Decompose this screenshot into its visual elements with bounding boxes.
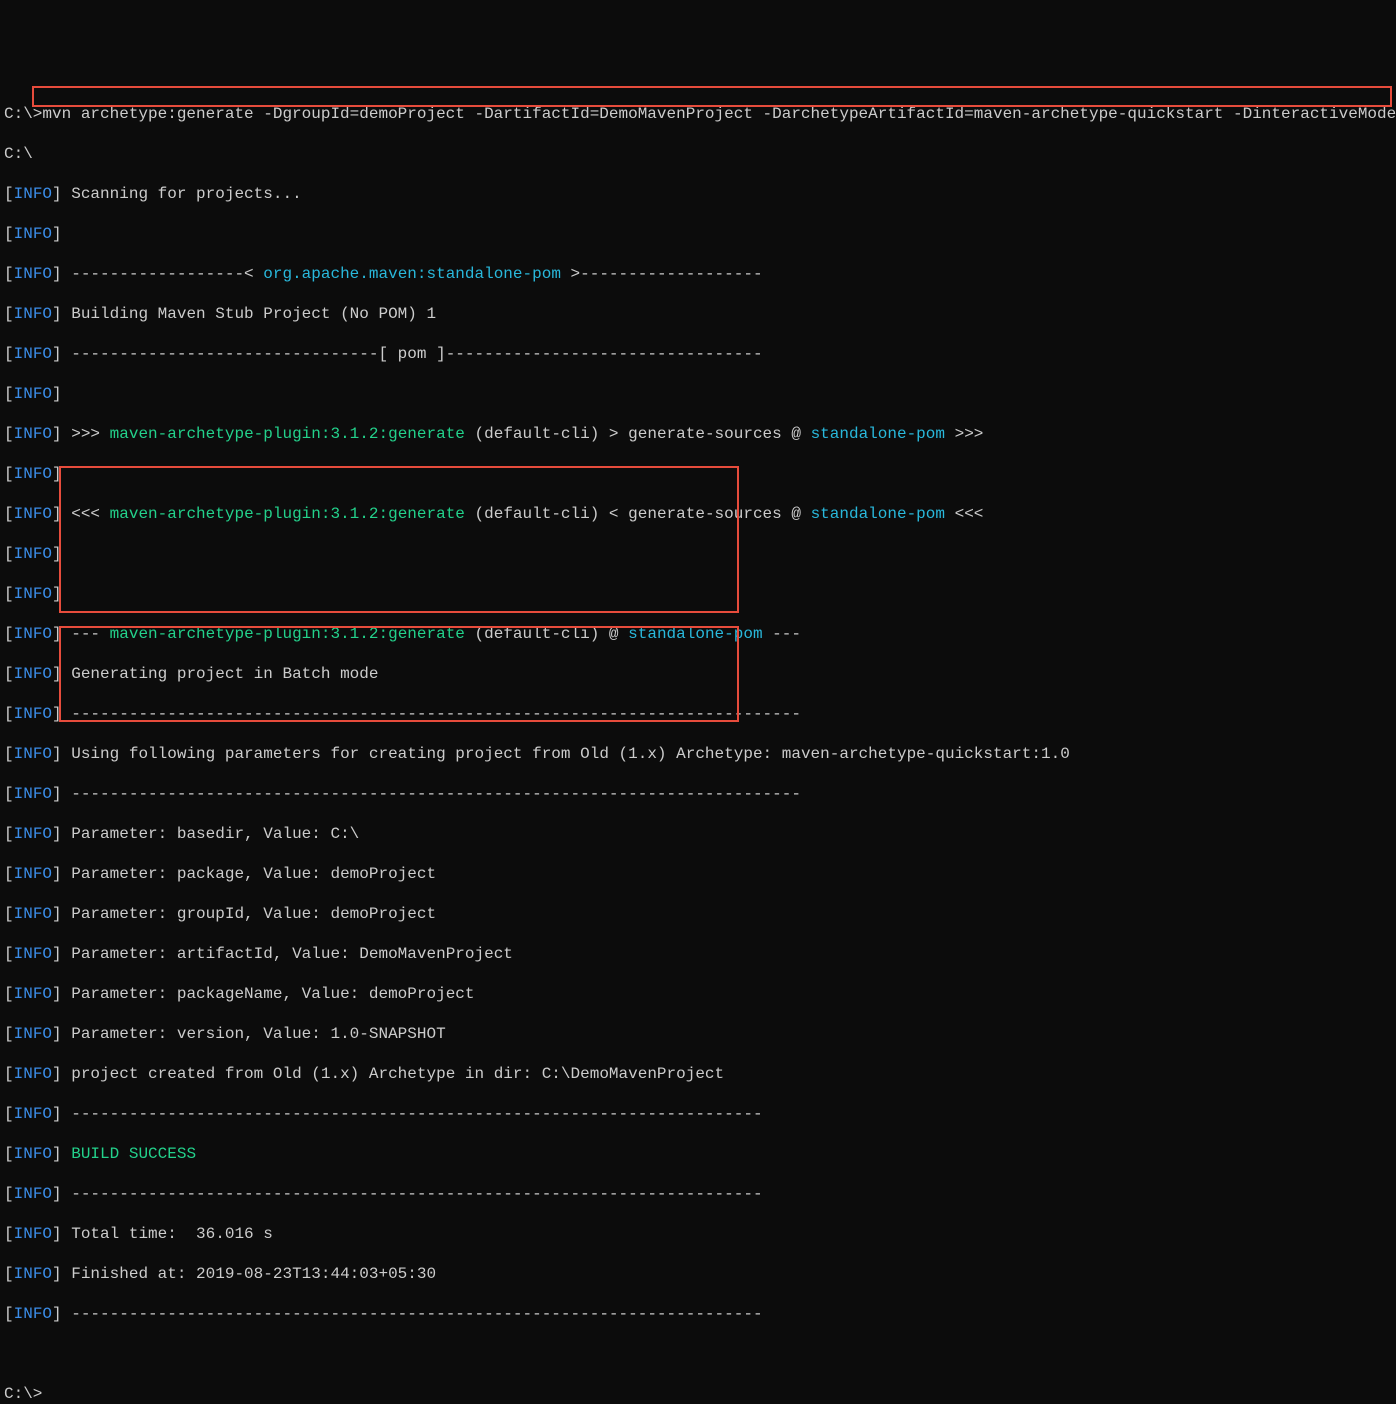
plugin-name: maven-archetype-plugin:3.1.2:generate xyxy=(110,425,465,443)
build-success: BUILD SUCCESS xyxy=(62,1145,196,1163)
info-tag: INFO xyxy=(14,745,52,763)
info-tag: INFO xyxy=(14,665,52,683)
info-tag: INFO xyxy=(14,945,52,963)
finished-at: Finished at: 2019-08-23T13:44:03+05:30 xyxy=(62,1265,436,1283)
pom-dashes: --------------------------------[ pom ]-… xyxy=(62,345,763,363)
using-params-text: Using following parameters for creating … xyxy=(62,745,1070,763)
info-tag: INFO xyxy=(14,225,52,243)
dashes: ----------------------------------------… xyxy=(62,785,801,803)
plugin-name: maven-archetype-plugin:3.1.2:generate xyxy=(110,505,465,523)
standalone-pom: standalone-pom xyxy=(811,425,945,443)
dashes: ----------------------------------------… xyxy=(62,1305,763,1323)
info-tag: INFO xyxy=(14,705,52,723)
bracket: [ xyxy=(4,185,14,203)
prompt-path: C:\ xyxy=(4,145,33,163)
info-tag: INFO xyxy=(14,385,52,403)
info-tag: INFO xyxy=(14,585,52,603)
project-created: project created from Old (1.x) Archetype… xyxy=(62,1065,725,1083)
info-tag: INFO xyxy=(14,265,52,283)
info-tag: INFO xyxy=(14,1065,52,1083)
info-tag: INFO xyxy=(14,1305,52,1323)
param-packagename: Parameter: packageName, Value: demoProje… xyxy=(62,985,475,1003)
standalone-pom: standalone-pom xyxy=(811,505,945,523)
info-tag: INFO xyxy=(14,785,52,803)
param-package: Parameter: package, Value: demoProject xyxy=(62,865,436,883)
param-artifactid: Parameter: artifactId, Value: DemoMavenP… xyxy=(62,945,513,963)
standalone-pom-id: org.apache.maven:standalone-pom xyxy=(263,265,561,283)
total-time: Total time: 36.016 s xyxy=(62,1225,273,1243)
info-tag: INFO xyxy=(14,345,52,363)
plugin-name: maven-archetype-plugin:3.1.2:generate xyxy=(110,625,465,643)
dashes: ----------------------------------------… xyxy=(62,1185,763,1203)
info-tag: INFO xyxy=(14,1225,52,1243)
prompt: C:\> xyxy=(4,105,42,123)
generating-text: Generating project in Batch mode xyxy=(62,665,379,683)
info-tag: INFO xyxy=(14,985,52,1003)
info-tag: INFO xyxy=(14,425,52,443)
info-tag: INFO xyxy=(14,545,52,563)
info-tag: INFO xyxy=(14,305,52,323)
terminal-output[interactable]: C:\>mvn archetype:generate -DgroupId=dem… xyxy=(4,84,1392,1404)
info-tag: INFO xyxy=(14,1105,52,1123)
info-tag: INFO xyxy=(14,865,52,883)
mvn-command: mvn archetype:generate -DgroupId=demoPro… xyxy=(42,105,1396,123)
info-tag: INFO xyxy=(14,1025,52,1043)
info-tag: INFO xyxy=(14,1265,52,1283)
info-tag: INFO xyxy=(14,185,52,203)
param-basedir: Parameter: basedir, Value: C:\ xyxy=(62,825,360,843)
info-tag: INFO xyxy=(14,825,52,843)
param-groupid: Parameter: groupId, Value: demoProject xyxy=(62,905,436,923)
info-tag: INFO xyxy=(14,625,52,643)
dashes: ----------------------------------------… xyxy=(62,1105,763,1123)
building-text: Building Maven Stub Project (No POM) 1 xyxy=(62,305,436,323)
dashes: ----------------------------------------… xyxy=(62,705,801,723)
scanning-text: Scanning for projects... xyxy=(62,185,302,203)
info-tag: INFO xyxy=(14,905,52,923)
param-version: Parameter: version, Value: 1.0-SNAPSHOT xyxy=(62,1025,446,1043)
info-tag: INFO xyxy=(14,465,52,483)
standalone-pom: standalone-pom xyxy=(628,625,762,643)
final-prompt[interactable]: C:\> xyxy=(4,1385,42,1403)
info-tag: INFO xyxy=(14,1145,52,1163)
info-tag: INFO xyxy=(14,1185,52,1203)
info-tag: INFO xyxy=(14,505,52,523)
